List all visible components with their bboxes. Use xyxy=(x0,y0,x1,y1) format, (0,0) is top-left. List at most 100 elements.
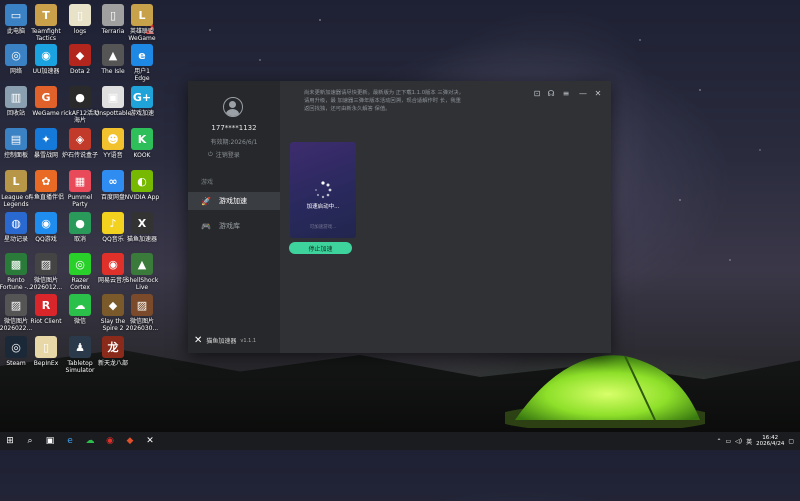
desktop-icon-image: ▨ xyxy=(131,294,153,316)
desktop-icon-image: T xyxy=(35,4,57,26)
volume-icon[interactable]: ◁) xyxy=(735,438,742,445)
edge-icon[interactable]: e xyxy=(60,432,80,450)
desktop-icon-label: 用户1 Edge xyxy=(134,68,150,82)
desktop-icon-label: 回收站 xyxy=(6,110,25,117)
clock-date: 2026/4/24 xyxy=(756,441,785,447)
desktop-icon-label: 此电脑 xyxy=(6,28,25,35)
clock[interactable]: 16:42 2026/4/24 xyxy=(756,435,784,447)
tray-overflow-icon[interactable]: ⌃ xyxy=(716,438,721,445)
desktop-icon-image: R xyxy=(35,294,57,316)
desktop-icon[interactable]: X 猫鱼加速器 xyxy=(120,212,164,243)
desktop-icon-label: 暴雪战网 xyxy=(33,152,58,159)
desktop-icon-label: 微信图片 2026030... xyxy=(125,318,159,332)
desktop-icon-label: UU加速器 xyxy=(32,68,60,75)
desktop-icon-label: 游戏加速 xyxy=(129,110,154,117)
desktop-icon-image: L xyxy=(131,4,153,26)
update-notice: 尚未更新加速器请尽快更新。最新版为 正下载1.1.0版本 三弹对决，请用升级，最… xyxy=(304,90,464,112)
minimize-icon[interactable]: — xyxy=(578,89,588,98)
user-avatar[interactable] xyxy=(223,97,243,117)
desktop-icon-image: ◐ xyxy=(131,170,153,192)
loading-spinner-icon xyxy=(315,181,332,199)
game-card[interactable]: 加速启动中... 可加速游戏... xyxy=(290,142,356,238)
desktop-icon-label: 新天龙八部 xyxy=(97,360,128,367)
desktop-icon-label: QQ游戏 xyxy=(35,236,57,243)
search-icon[interactable]: ⌕ xyxy=(20,432,40,450)
desktop-icon-image: ◉ xyxy=(35,44,57,66)
nav-game-accelerate-label: 游戏加速 xyxy=(219,197,247,205)
task-view-icon[interactable]: ▣ xyxy=(40,432,60,450)
taskbar: ⊞ ⌕ ▣ e ☁ ◉ ◆ ✕ ⌃ ▭ ◁) 英 16:42 2026/4/24… xyxy=(0,432,800,450)
taskbar-app-icon[interactable]: ◆ xyxy=(120,432,140,450)
desktop-icon-image: ▲ xyxy=(131,253,153,275)
desktop-icon-image: ✿ xyxy=(35,170,57,192)
desktop-icon-image: G+ xyxy=(131,86,153,108)
desktop-icon-label: Teamfight Tactics xyxy=(31,28,61,42)
maoyu-logo-icon: ✕ xyxy=(194,335,203,346)
desktop-icon-image: ◈ xyxy=(69,128,91,150)
wechat-icon[interactable]: ☁ xyxy=(80,432,100,450)
rocket-icon: 🚀 xyxy=(201,196,211,206)
brand-version: v1.1.1 xyxy=(240,337,257,344)
desktop-icon-label: WeGame xyxy=(32,110,60,117)
desktop-icon-label: 网络 xyxy=(9,68,22,75)
desktop-icon-label: ShellShock Live xyxy=(125,277,159,291)
card-caption: 可加速游戏... xyxy=(309,225,337,230)
desktop-icon[interactable]: K KOOK xyxy=(120,128,164,159)
network-icon[interactable]: ▭ xyxy=(725,438,731,445)
menu-icon[interactable]: ≡ xyxy=(561,89,571,98)
desktop-icon-image: 龙 xyxy=(102,336,124,358)
nav-game-library-label: 游戏库 xyxy=(219,222,240,230)
desktop-icon-label: Riot Client xyxy=(30,318,62,325)
windows-logo-icon[interactable]: ⊞ xyxy=(0,432,20,450)
desktop-icon-image: ▯ xyxy=(35,336,57,358)
desktop-icon[interactable]: G+ 游戏加速 xyxy=(120,86,164,117)
desktop-icon[interactable]: e 用户1 Edge xyxy=(120,44,164,82)
brand: ✕ 猫鱼加速器 v1.1.1 xyxy=(194,335,256,346)
loading-text: 加速启动中... xyxy=(306,204,340,210)
close-icon[interactable]: ✕ xyxy=(593,89,603,98)
stop-accelerate-button[interactable]: 停止加速 xyxy=(289,242,352,254)
desktop-icon-image: ◉ xyxy=(35,212,57,234)
desktop-icon-image: ● xyxy=(69,212,91,234)
ime-indicator[interactable]: 英 xyxy=(746,437,752,446)
desktop-icon-label: Pummel Party xyxy=(67,194,93,208)
logout-icon: ⏻ xyxy=(208,150,213,158)
desktop-icon-image: ☁ xyxy=(69,294,91,316)
maoyu-icon[interactable]: ✕ xyxy=(140,432,160,450)
desktop-icon-label: Razer Cortex xyxy=(70,277,90,291)
desktop-icon[interactable]: ▲ ShellShock Live xyxy=(120,253,164,291)
expire-date: 有效期:2026/6/1 xyxy=(210,139,258,146)
desktop-icon-image: ✦ xyxy=(35,128,57,150)
maoyu-accelerator-window: 177****1132 有效期:2026/6/1 ⏻ 注销登录 游戏 🚀 游戏加… xyxy=(188,81,611,353)
desktop-icon[interactable]: L 英雄联盟 WeGame xyxy=(120,4,164,42)
logout-label: 注销登录 xyxy=(215,152,240,159)
nav-game-library[interactable]: 🎮 游戏库 xyxy=(188,217,280,235)
desktop-icon-image: e xyxy=(131,44,153,66)
brand-name: 猫鱼加速器 xyxy=(206,338,237,345)
desktop-icon-image: ◎ xyxy=(69,253,91,275)
desktop-icon-label: logs xyxy=(73,28,87,35)
desktop-icon-label: 微信 xyxy=(73,318,86,325)
desktop-icon-image: ▯ xyxy=(69,4,91,26)
desktop-icon-image: ◆ xyxy=(69,44,91,66)
desktop-icon-label: 取消 xyxy=(73,236,86,243)
desktop-icon-label: Dota 2 xyxy=(69,68,91,75)
user-phone: 177****1132 xyxy=(211,124,257,132)
netease-music-icon[interactable]: ◉ xyxy=(100,432,120,450)
gamepad-icon: 🎮 xyxy=(201,221,211,231)
notification-icon[interactable]: ▢ xyxy=(788,438,794,445)
desktop-icon-image: ▦ xyxy=(69,170,91,192)
desktop-icon-label: Steam xyxy=(6,360,26,367)
desktop-icon[interactable]: ◐ NVIDIA App xyxy=(120,170,164,201)
logout-link[interactable]: ⏻ 注销登录 xyxy=(208,150,240,160)
desktop-icon[interactable]: 龙新天龙八部 xyxy=(91,336,135,367)
desktop-icon-label: BepInEx xyxy=(33,360,59,367)
desktop-icon[interactable]: ▨ 微信图片 2026030... xyxy=(120,294,164,332)
nav-game-accelerate[interactable]: 🚀 游戏加速 xyxy=(188,192,280,210)
desktop-icon-image: ● xyxy=(69,86,91,108)
screenshot-icon[interactable]: ⊡ xyxy=(532,89,542,98)
desktop-icon-image: G xyxy=(35,86,57,108)
desktop-icon-image: ▨ xyxy=(35,253,57,275)
support-icon[interactable]: ☊ xyxy=(546,89,556,98)
desktop-icon-label: KOOK xyxy=(133,152,151,159)
